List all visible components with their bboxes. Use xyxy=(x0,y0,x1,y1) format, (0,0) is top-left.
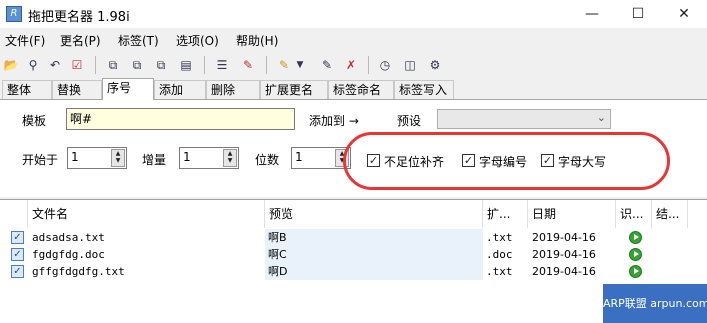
column-header-result[interactable]: 结... xyxy=(652,200,688,228)
copy-icon[interactable]: ⧉ xyxy=(103,55,123,75)
menu-bar: 文件(F) 更名(P) 标签(T) 选项(O) 帮助(H) xyxy=(0,30,707,50)
rename-icon[interactable]: ✎ xyxy=(317,55,337,75)
file-date: 2019-04-16 xyxy=(532,231,596,244)
paste-icon[interactable]: ⧉ xyxy=(127,55,147,75)
pad-label: 不足位补齐 xyxy=(384,155,445,169)
checkmark-icon: ✓ xyxy=(367,154,380,167)
file-preview: 啊D xyxy=(265,263,483,280)
start-spinner[interactable]: 1 ▲ ▼ xyxy=(67,147,127,169)
file-list: 文件名 预览 扩... 日期 识... 结... ✓ adsadsa.txt 啊… xyxy=(0,199,707,323)
open-folder-icon[interactable]: 📂 xyxy=(1,55,21,75)
step-label: 增量 xyxy=(142,153,167,167)
toolbar-separator xyxy=(204,56,205,74)
checkmark-icon[interactable]: ✓ xyxy=(11,231,24,244)
table-row[interactable]: ✓ adsadsa.txt 啊B .txt 2019-04-16 xyxy=(0,229,707,246)
file-name: adsadsa.txt xyxy=(32,231,105,244)
title-bar: R 拖把更名器 1.98i — ☐ ✕ xyxy=(0,0,707,28)
file-extension: .doc xyxy=(486,248,513,261)
file-preview: 啊B xyxy=(265,229,483,246)
table-row[interactable]: ✓ fgdgfdg.doc 啊C .doc 2019-04-16 xyxy=(0,246,707,263)
menu-help[interactable]: 帮助(H) xyxy=(236,32,278,49)
window-title: 拖把更名器 1.98i xyxy=(28,10,130,25)
digits-value: 1 xyxy=(295,150,303,164)
preset-select[interactable]: ⌄ xyxy=(437,109,611,129)
checkmark-icon[interactable]: ✓ xyxy=(11,265,24,278)
template-label: 模板 xyxy=(22,114,47,128)
table-row[interactable]: ✓ gffgfdgdfg.txt 啊D .txt 2019-04-16 xyxy=(0,263,707,280)
digits-spinner[interactable]: 1 ▲ ▼ xyxy=(291,147,351,169)
file-extension: .txt xyxy=(486,265,513,278)
undo-icon[interactable]: ↶ xyxy=(45,55,65,75)
menu-rename[interactable]: 更名(P) xyxy=(60,32,101,49)
tab-overall[interactable]: 整体 xyxy=(2,80,52,100)
document-icon[interactable]: ▤ xyxy=(176,55,196,75)
preset-label: 预设 xyxy=(397,114,422,128)
file-date: 2019-04-16 xyxy=(532,248,596,261)
search-icon[interactable]: ⚲ xyxy=(23,55,43,75)
toolbar-separator xyxy=(266,56,267,74)
start-label: 开始于 xyxy=(22,153,59,167)
tab-replace[interactable]: 替换 xyxy=(52,80,102,100)
menu-tags[interactable]: 标签(T) xyxy=(118,32,159,49)
play-status-icon xyxy=(629,231,642,244)
maximize-icon[interactable]: ☐ xyxy=(615,0,661,28)
checkmark-icon: ✓ xyxy=(462,154,475,167)
rename-x-icon[interactable]: ✗ xyxy=(341,55,361,75)
file-name: fgdgfdg.doc xyxy=(32,248,105,261)
column-header-checkbox[interactable] xyxy=(0,200,28,228)
file-extension: .txt xyxy=(486,231,513,244)
menu-options[interactable]: 选项(O) xyxy=(176,32,219,49)
template-input[interactable]: 啊# xyxy=(66,108,295,130)
list-icon[interactable]: ☰ xyxy=(212,55,232,75)
sequence-panel: 模板 啊# 添加到 → 预设 ⌄ 开始于 1 ▲ ▼ 增量 1 ▲ ▼ 位数 1 ▲… xyxy=(0,99,707,197)
column-header-identify[interactable]: 识... xyxy=(616,200,652,228)
spinner-arrows-icon[interactable]: ▲ ▼ xyxy=(223,149,237,167)
letter-numbering-label: 字母编号 xyxy=(479,155,528,169)
app-icon: R xyxy=(6,6,22,22)
tab-delete[interactable]: 删除 xyxy=(206,80,260,100)
check-icon[interactable]: ☑ xyxy=(67,55,87,75)
tab-sequence[interactable]: 序号 xyxy=(102,78,154,100)
clock-icon[interactable]: ◷ xyxy=(375,55,395,75)
tab-extended-rename[interactable]: 扩展更名 xyxy=(260,80,328,100)
close-icon[interactable]: ✕ xyxy=(661,0,707,28)
file-name: gffgfdgdfg.txt xyxy=(32,265,125,278)
checkmark-icon: ✓ xyxy=(541,154,554,167)
tab-tag-writing[interactable]: 标签写入 xyxy=(394,80,454,100)
dropdown-arrow-icon[interactable]: ▼ xyxy=(294,55,306,75)
toolbar-separator xyxy=(368,56,369,74)
tab-add[interactable]: 添加 xyxy=(154,80,206,100)
file-date: 2019-04-16 xyxy=(532,265,596,278)
column-header-extension[interactable]: 扩... xyxy=(483,200,528,228)
step-value: 1 xyxy=(183,150,191,164)
column-header-filename[interactable]: 文件名 xyxy=(28,200,265,228)
spinner-arrows-icon[interactable]: ▲ ▼ xyxy=(335,149,349,167)
start-value: 1 xyxy=(71,150,79,164)
file-preview: 啊C xyxy=(265,246,483,263)
play-status-icon xyxy=(629,248,642,261)
tab-strip: 整体 替换 序号 添加 删除 扩展更名 标签命名 标签写入 xyxy=(0,78,707,100)
minimize-icon[interactable]: — xyxy=(569,0,615,28)
pen-icon[interactable]: ✎ xyxy=(274,55,294,75)
uppercase-label: 字母大写 xyxy=(558,155,607,169)
menu-file[interactable]: 文件(F) xyxy=(5,32,45,49)
edit-icon[interactable]: ✎ xyxy=(238,55,258,75)
digits-label: 位数 xyxy=(255,153,280,167)
chevron-down-icon: ⌄ xyxy=(596,111,606,124)
column-header-preview[interactable]: 预览 xyxy=(265,200,483,228)
watermark-logo: ARP联盟 arpun.com xyxy=(603,284,707,323)
step-spinner[interactable]: 1 ▲ ▼ xyxy=(179,147,239,169)
checkmark-icon[interactable]: ✓ xyxy=(11,248,24,261)
add-to-label: 添加到 → xyxy=(309,114,359,128)
toolbar: 📂 ⚲ ↶ ☑ ⧉ ⧉ ⧉ ▤ ☰ ✎ ✎ ▼ ✎ ✗ ◷ ◫ ⚙ xyxy=(0,52,707,78)
window-icon[interactable]: ◫ xyxy=(400,55,420,75)
spinner-arrows-icon[interactable]: ▲ ▼ xyxy=(111,149,125,167)
toolbar-separator xyxy=(95,56,96,74)
cut-icon[interactable]: ⧉ xyxy=(151,55,171,75)
tab-tag-naming[interactable]: 标签命名 xyxy=(328,80,394,100)
play-status-icon xyxy=(629,265,642,278)
tools-icon[interactable]: ⚙ xyxy=(425,55,445,75)
column-header-date[interactable]: 日期 xyxy=(528,200,616,228)
